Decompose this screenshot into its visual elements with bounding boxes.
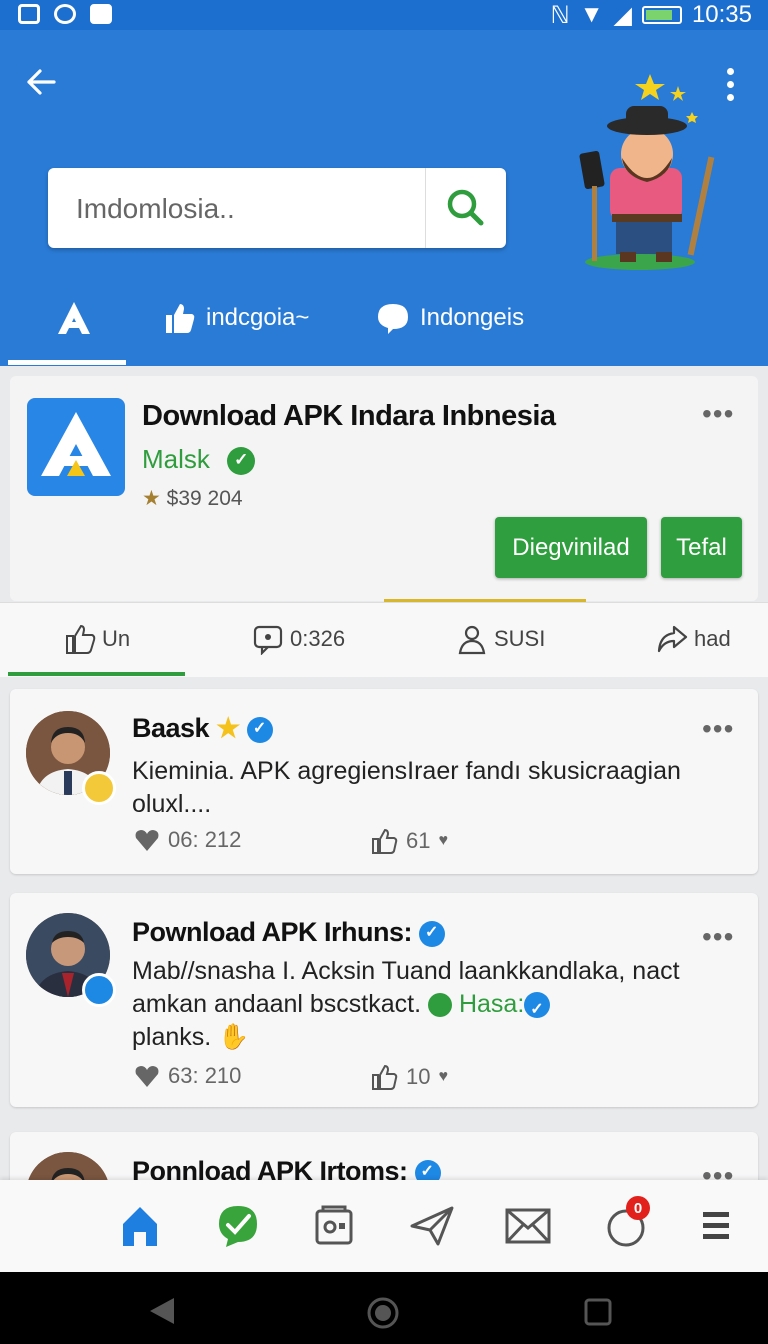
system-nav-bar — [0, 1272, 768, 1344]
search-icon — [447, 189, 484, 226]
action-bar: Un 0:326 SUSI had — [0, 602, 768, 677]
tab-home[interactable] — [54, 288, 94, 348]
active-tab-indicator — [8, 360, 126, 365]
search-button[interactable] — [425, 168, 506, 248]
clock: 10:35 — [691, 1, 752, 28]
secondary-button[interactable]: Tefal — [661, 517, 742, 578]
mail-icon — [505, 1208, 551, 1244]
app-more-icon[interactable]: ••• — [702, 398, 734, 430]
recents-square-icon[interactable] — [584, 1298, 612, 1326]
like-action[interactable]: Un — [64, 623, 130, 655]
app-developer[interactable]: Malsk ✓ — [142, 444, 256, 476]
verified-green-icon: ✓ — [227, 447, 256, 476]
post-author[interactable]: Pownload APK Irhuns: — [132, 917, 446, 948]
share-action[interactable]: had — [656, 623, 731, 655]
bottom-nav: 0 — [0, 1180, 768, 1272]
thumbs-up-outline-icon — [66, 624, 96, 654]
chat-green-icon — [428, 993, 453, 1018]
nfc-icon: ℕ — [550, 1, 570, 29]
post-card[interactable]: Pownload APK Irhuns: ••• Mab//snasha I. … — [10, 893, 758, 1107]
airplane-icon — [410, 1206, 454, 1246]
thumbs-up-icon — [166, 304, 195, 333]
chat-bubble-icon — [378, 304, 408, 334]
post-likes[interactable]: 10 ♥ — [370, 1063, 448, 1091]
nav-chat[interactable] — [214, 1202, 262, 1250]
nav-media[interactable] — [310, 1202, 358, 1250]
star-badge-icon: ★ — [216, 713, 240, 743]
comment-icon — [253, 625, 283, 655]
post-likes[interactable]: 61 ♥ — [370, 827, 448, 855]
search-bar — [48, 168, 506, 250]
thumbs-up-icon — [372, 1064, 398, 1090]
post-views[interactable]: 63: 210 — [134, 1063, 241, 1089]
mascot-illustration — [570, 66, 730, 276]
wifi-icon: ▼ — [579, 1, 604, 28]
back-arrow-icon[interactable] — [26, 64, 56, 107]
tab-label: Indongeis — [420, 304, 525, 331]
badge-icon — [82, 973, 116, 1007]
share-icon — [657, 625, 688, 653]
app-icon[interactable] — [27, 398, 125, 496]
home-circle-icon[interactable] — [366, 1296, 400, 1330]
verified-icon — [524, 992, 551, 1026]
post-author[interactable]: Baask ★ — [132, 713, 273, 744]
chat-icon — [219, 1206, 257, 1247]
user-icon — [458, 625, 486, 655]
verified-icon — [419, 920, 446, 947]
download-button[interactable]: Diegvinilad — [495, 517, 647, 578]
tab-chat[interactable]: Indongeis — [376, 288, 524, 348]
status-bar: ℕ ▼ ◢ 10:35 — [0, 0, 768, 30]
home-icon — [123, 1207, 157, 1246]
hamburger-menu-icon — [703, 1212, 729, 1239]
post-text: Mab//snasha I. Acksin Tuand laankkandlak… — [132, 955, 732, 1054]
user-action[interactable]: SUSI — [456, 623, 545, 655]
app-title: Download APK Indara Inbnesia — [142, 400, 556, 432]
heart-small-icon: ♥ — [438, 1068, 448, 1085]
nav-menu[interactable] — [692, 1202, 740, 1250]
star-icon: ★ — [142, 487, 161, 510]
post-more-icon[interactable]: ••• — [702, 713, 734, 745]
post-more-icon[interactable]: ••• — [702, 921, 734, 953]
badge-icon — [82, 771, 116, 805]
active-action-indicator — [8, 672, 185, 676]
nav-notifications[interactable]: 0 — [602, 1196, 650, 1250]
emoji-icon: ✋ — [218, 1023, 250, 1051]
heart-icon — [135, 1066, 159, 1087]
heart-small-icon: ♥ — [438, 832, 448, 849]
app-logo-icon — [58, 302, 90, 334]
battery-icon — [641, 6, 682, 24]
header-tabs: indcgoia~ Indongeis — [0, 288, 768, 366]
post-views[interactable]: 06: 212 — [134, 827, 241, 853]
message-icon — [90, 4, 112, 24]
nav-explore[interactable] — [408, 1202, 456, 1250]
thumbs-up-icon — [372, 828, 398, 854]
tab-likes[interactable]: indcgoia~ — [162, 288, 309, 348]
post-text: Kieminia. APK agregiensIraer fandı skusi… — [132, 757, 681, 818]
app-rating: ★ $39 204 — [142, 487, 243, 510]
gallery-icon — [18, 4, 40, 24]
verified-icon — [246, 716, 273, 743]
back-triangle-icon[interactable] — [148, 1296, 176, 1326]
search-input[interactable] — [74, 168, 458, 250]
nav-mail[interactable] — [504, 1202, 552, 1250]
camera-icon — [54, 4, 76, 24]
post-card[interactable]: Baask ★ ••• Kieminia. APK agregiensIraer… — [10, 689, 758, 874]
notification-badge: 0 — [626, 1196, 650, 1220]
signal-icon: ◢ — [613, 1, 632, 29]
heart-icon — [135, 830, 159, 851]
tab-label: indcgoia~ — [206, 304, 310, 331]
nav-home[interactable] — [116, 1202, 164, 1250]
comment-action[interactable]: 0:326 — [252, 623, 345, 655]
media-icon — [315, 1205, 353, 1245]
